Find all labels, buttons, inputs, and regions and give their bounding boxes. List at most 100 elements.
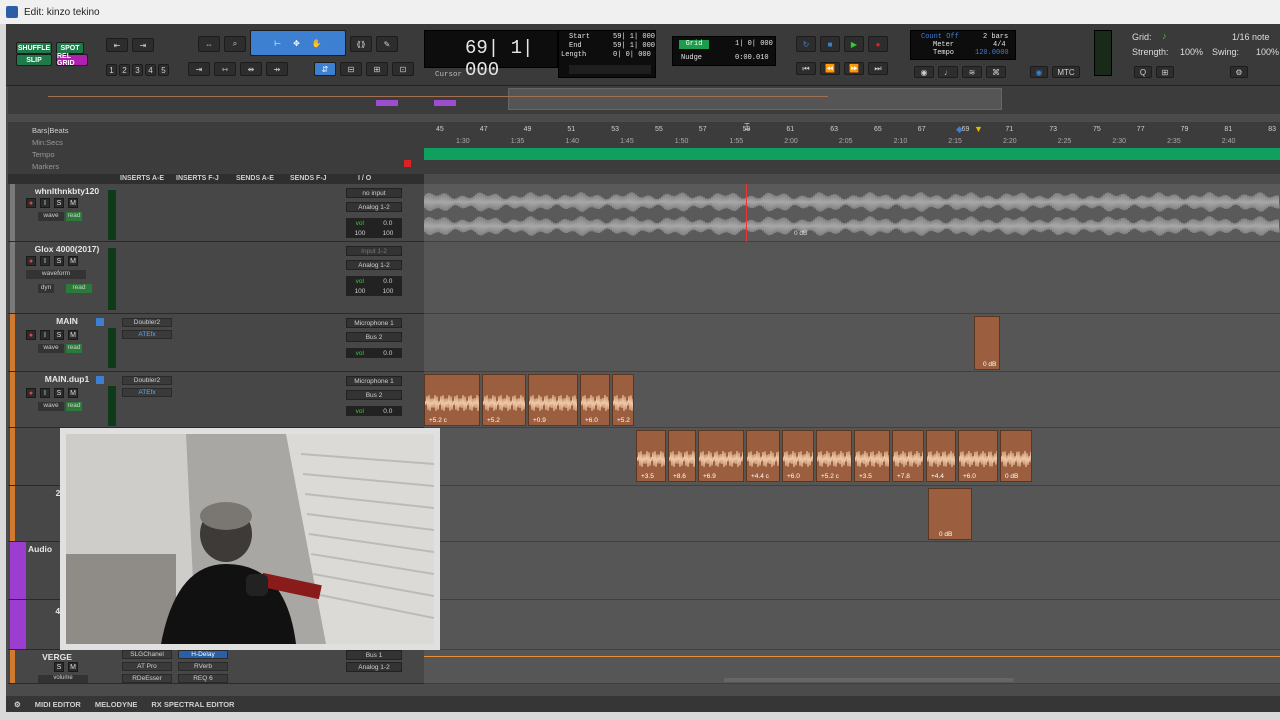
selection-start-value[interactable]: 59| 1| 000 (613, 33, 655, 41)
insert-slot[interactable]: Doubler2 (122, 376, 172, 385)
tab-to-transient-icon[interactable]: ⇥ (188, 62, 210, 76)
loop-marker-icon[interactable]: ▼ (974, 124, 983, 134)
volume-display[interactable]: vol 0.0 (346, 348, 402, 358)
clip-gain-label[interactable]: +5.2 (617, 417, 630, 424)
audio-clip[interactable]: +5.2 (612, 374, 634, 426)
playhead-handle-icon[interactable]: ⌶ (744, 122, 752, 134)
melodyne-tab[interactable]: MELODYNE (95, 700, 138, 709)
metronome-icon[interactable]: ♩ (938, 66, 958, 78)
input-selector[interactable]: no input (346, 188, 402, 198)
clip-gain-label[interactable]: +3.5 (641, 473, 654, 480)
selection-display[interactable]: Start End Length 59| 1| 000 59| 1| 000 0… (558, 30, 656, 78)
track-view-selector[interactable]: wave (38, 212, 64, 221)
online-icon[interactable]: ◉ (1030, 66, 1048, 78)
automation-mode[interactable]: read (66, 402, 82, 411)
lane-whnlthnkbty120[interactable]: 0 dB (424, 184, 1280, 242)
count-off-label[interactable]: Count Off (921, 33, 959, 41)
volume-value[interactable]: 0.0 (383, 220, 392, 227)
stop-button[interactable]: ■ (820, 36, 840, 52)
selection-length-value[interactable]: 0| 0| 000 (613, 51, 651, 59)
zoom-preset-1[interactable]: 1 (106, 64, 117, 76)
audio-clip[interactable]: +0.9 (528, 374, 578, 426)
volume-value[interactable]: 0.0 (383, 350, 392, 357)
audio-clip[interactable]: 0 dB (928, 488, 972, 540)
snap-icon[interactable]: ⊞ (366, 62, 388, 76)
return-to-zero-icon[interactable]: ⏮ (796, 62, 816, 75)
zoom-preset-2[interactable]: 2 (119, 64, 130, 76)
audio-clip[interactable]: +5.2 c (424, 374, 480, 426)
clip-gain-label[interactable]: +5.2 (487, 417, 500, 424)
track-view-selector[interactable]: waveform (26, 270, 86, 279)
audio-clip[interactable]: 0 dB (974, 316, 1000, 370)
timeline-rulers[interactable]: Bars|Beats Min:Secs Tempo Markers 45 47 49… (8, 122, 1280, 174)
record-arm-icon[interactable]: ● (26, 330, 36, 340)
insert-slot[interactable]: Doubler2 (122, 318, 172, 327)
track-verge[interactable]: VERGE S M volume SLGChanel AT Pro RDeEss… (8, 650, 424, 684)
loop-icon[interactable]: ↻ (796, 36, 816, 52)
volume-value[interactable]: 0.0 (383, 278, 392, 285)
solo-button[interactable]: S (54, 198, 64, 208)
fast-forward-icon[interactable]: ⏩ (844, 62, 864, 75)
go-to-end-icon[interactable]: ⏭ (868, 62, 888, 75)
clip-gain-label[interactable]: +5.2 c (821, 473, 839, 480)
input-monitor-button[interactable]: I (40, 330, 50, 340)
track-whnlthnkbty120[interactable]: whnlthnkbty120 ● I S M wave read no inpu… (8, 184, 424, 242)
clip-gain-label[interactable]: +6.9 (703, 473, 716, 480)
track-main[interactable]: MAIN ● I S M wave read Doubler2 ATEfx Mi… (8, 314, 424, 372)
audio-clip[interactable]: +4.4 (926, 430, 956, 482)
record-arm-icon[interactable]: ● (26, 198, 36, 208)
solo-button[interactable]: S (54, 662, 64, 672)
universe-overview[interactable] (8, 86, 1280, 114)
insert-slot[interactable]: ATEfx (122, 330, 172, 339)
input-monitor-button[interactable]: I (40, 198, 50, 208)
lane-main[interactable]: 0 dB (424, 314, 1280, 372)
volume-display[interactable]: vol 0.0 (346, 406, 402, 416)
selector-tool-icon[interactable]: ✥ (293, 39, 300, 48)
record-arm-icon[interactable]: ● (26, 256, 36, 266)
volume-value[interactable]: 0.0 (383, 408, 392, 415)
track-view-selector[interactable]: volume (38, 675, 88, 683)
smart-tool-group[interactable]: ⊢ ✥ ✋ (250, 30, 346, 56)
mute-button[interactable]: M (68, 198, 78, 208)
lane-1[interactable]: +3.5 +8.6 +6.9 +4.4 c +6.0 +5.2 c +3.5 +7.8 +4.4… (424, 428, 1280, 486)
output-selector[interactable]: Bus 2 (346, 332, 402, 342)
clip-gain-label[interactable]: +7.8 (897, 473, 910, 480)
pan-right-value[interactable]: 100 (383, 230, 394, 237)
output-selector[interactable]: Analog 1-2 (346, 202, 402, 212)
main-counter-display[interactable]: 69| 1| 000 Cursor (424, 30, 558, 81)
track-main-dup1[interactable]: MAIN.dup1 ● I S M wave read Doubler2 ATE… (8, 372, 424, 428)
audio-clip[interactable]: +6.9 (698, 430, 744, 482)
clip-gain-label[interactable]: +5.2 c (429, 417, 447, 424)
clip-gain-label[interactable]: +8.6 (673, 473, 686, 480)
mute-button[interactable]: M (68, 330, 78, 340)
audio-clip[interactable]: +6.0 (580, 374, 610, 426)
insert-slot[interactable]: SLGChanel (122, 650, 172, 659)
track-name[interactable]: VERGE (22, 652, 92, 662)
strength-value[interactable]: 100% (1180, 47, 1203, 57)
minsecs-ruler[interactable]: 1:30 1:35 1:40 1:45 1:50 1:55 2:00 2:05 2:10 2:15… (424, 138, 1280, 148)
audio-clip[interactable]: +8.6 (668, 430, 696, 482)
zoom-out-icon[interactable]: ⇤ (106, 38, 128, 52)
wait-for-note-icon[interactable]: ◉ (914, 66, 934, 78)
link-timeline-icon[interactable]: ⇿ (214, 62, 236, 76)
output-selector[interactable]: Analog 1-2 (346, 260, 402, 270)
punch-marker-icon[interactable]: ◆ (956, 124, 966, 134)
link-selection-icon[interactable]: ⊡ (392, 62, 414, 76)
automation-mode[interactable]: read (66, 344, 82, 353)
pan-display[interactable]: 100 100 (346, 286, 402, 296)
tempo-value[interactable]: 120.0000 (975, 49, 1009, 57)
clip-gain-label[interactable]: +3.5 (859, 473, 872, 480)
nudge-value[interactable]: 0:00.010 (735, 54, 769, 62)
lane-audio[interactable] (424, 542, 1280, 600)
grabber-tool-icon[interactable]: ✋ (312, 39, 322, 48)
dock-toggle-icon[interactable]: ⚙ (14, 700, 21, 709)
audio-clip[interactable]: +6.0 (958, 430, 998, 482)
nudge-label[interactable]: Nudge (681, 54, 702, 62)
zoom-preset-5[interactable]: 5 (158, 64, 169, 76)
clip-gain-label[interactable]: 0 dB (939, 531, 952, 538)
clip-gain-label[interactable]: 0 dB (983, 361, 996, 368)
mirror-midi-icon[interactable]: ⇵ (314, 62, 336, 76)
bars-ruler[interactable]: 45 47 49 51 53 55 57 59 61 63 65 67 69 71 73 75 77 79 81 83 (424, 126, 1280, 136)
quantize-grid-icon[interactable]: ⊞ (1156, 66, 1174, 78)
solo-button[interactable]: S (54, 330, 64, 340)
